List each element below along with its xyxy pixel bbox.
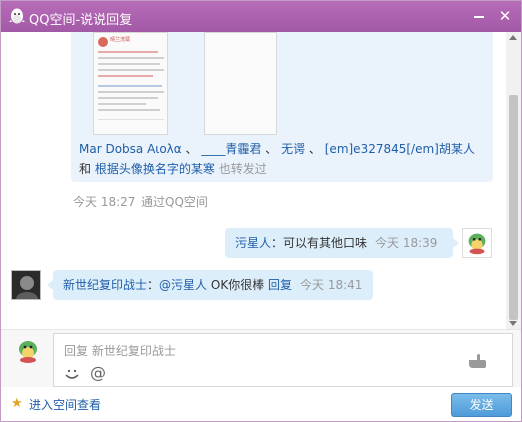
message-text: 可以有其他口味 [283,236,368,250]
send-button[interactable]: 发送 [451,393,512,417]
user-link[interactable]: 根据头像换名字的某寒 [95,162,215,176]
smile-icon[interactable] [64,366,80,382]
forwarded-suffix: 也转发过 [218,162,267,176]
emoji-send-pane [440,333,513,387]
reply-input-placeholder: 回复 新世纪复印战士 [64,344,176,358]
user-link[interactable]: [em]e327845[/em]胡某人 [325,142,475,156]
avatar-image [12,271,40,299]
close-button[interactable]: ✕ [495,6,515,26]
message-sender[interactable]: 污星人 [235,236,271,250]
share-timestamp: 今天 18:27 [73,195,136,209]
reply-input[interactable]: 回复 新世纪复印战士 @ [53,333,441,387]
message-sender[interactable]: 新世纪复印战士 [63,278,147,292]
message-bubble: 新世纪复印战士：@污星人 OK你很棒 回复 今天 18:41 [47,270,373,300]
share-via: 通过QQ空间 [141,195,208,209]
message-text: OK你很棒 [210,278,265,292]
shared-image-thumbnail[interactable]: 晴兰洗蔵 [93,32,168,135]
minimize-button[interactable] [469,6,489,26]
mini-avatar [98,37,108,47]
forwarded-by-text: Mar Dobsa Αιολα 、 ____青霾君 、 无谔 、 [em]e32… [79,142,475,176]
user-link[interactable]: ____青霾君 [201,142,261,156]
shared-image-thumbnail-2[interactable] [204,32,277,135]
reply-link[interactable]: 回复 [268,278,292,292]
hand-icon[interactable] [467,352,487,370]
qq-penguin-icon [9,8,25,24]
scroll-thumb[interactable] [509,95,518,320]
user-link[interactable]: Mar Dobsa Αιολα [79,142,182,156]
reply-window: QQ空间-说说回复 ✕ 晴兰洗蔵 Mar Dobsa Αιολα 、 ____青… [0,0,522,422]
title-bar[interactable]: QQ空间-说说回复 ✕ [1,1,521,32]
avatar[interactable] [462,228,492,258]
mini-post-name: 晴兰洗蔵 [110,37,131,43]
mini-action-row [98,119,164,131]
reply-input-area: 回复 新世纪复印战士 @ [1,329,521,387]
at-icon[interactable]: @ [90,363,106,382]
user-link[interactable]: 无谔 [281,142,305,156]
scroll-down-arrow[interactable] [509,321,517,326]
scrollbar[interactable] [506,32,521,329]
shared-post-card: 晴兰洗蔵 Mar Dobsa Αιολα 、 ____青霾君 、 无谔 、 [e… [71,32,493,182]
mention-link[interactable]: @污星人 [159,278,207,292]
enter-space-link[interactable]: 进入空间查看 [29,396,101,413]
chat-area[interactable]: 晴兰洗蔵 Mar Dobsa Αιολα 、 ____青霾君 、 无谔 、 [e… [1,32,521,329]
star-icon: ★ [11,396,23,411]
window-title: QQ空间-说说回复 [29,13,133,28]
avatar[interactable] [11,270,41,300]
avatar [19,341,37,363]
message-time: 今天 18:39 [375,236,438,250]
scroll-up-arrow[interactable] [509,35,517,40]
footer-bar: ★ 进入空间查看 发送 [1,387,521,421]
message-time: 今天 18:41 [300,278,363,292]
message-bubble: 污星人：可以有其他口味 今天 18:39 [225,228,459,258]
